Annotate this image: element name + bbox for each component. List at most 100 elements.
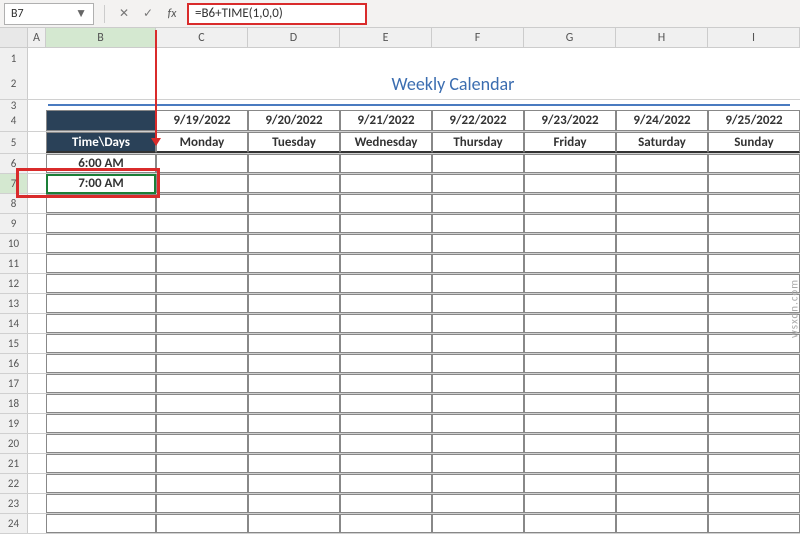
- cell[interactable]: [28, 234, 46, 253]
- cell[interactable]: [28, 494, 46, 513]
- cell[interactable]: [616, 454, 708, 473]
- cell[interactable]: [708, 394, 800, 413]
- cell[interactable]: [708, 374, 800, 393]
- row-header-5[interactable]: 5: [0, 132, 28, 153]
- cell[interactable]: [248, 194, 340, 213]
- cell[interactable]: [46, 294, 156, 313]
- cell[interactable]: [340, 434, 432, 453]
- cell[interactable]: [28, 454, 46, 473]
- cell[interactable]: [46, 334, 156, 353]
- cell[interactable]: [432, 374, 524, 393]
- cell[interactable]: [28, 174, 46, 193]
- cell[interactable]: [248, 254, 340, 273]
- cell[interactable]: [156, 394, 248, 413]
- cell[interactable]: [616, 154, 708, 173]
- cell[interactable]: [156, 514, 248, 533]
- cell[interactable]: [28, 434, 46, 453]
- cell[interactable]: [616, 274, 708, 293]
- cell[interactable]: [28, 394, 46, 413]
- cell[interactable]: [248, 274, 340, 293]
- cell[interactable]: [248, 334, 340, 353]
- date-cell[interactable]: 9/19/2022: [156, 110, 248, 131]
- cell[interactable]: [46, 110, 156, 131]
- cell[interactable]: [248, 514, 340, 533]
- row-header-14[interactable]: 14: [0, 314, 28, 333]
- row-header-1[interactable]: 1: [0, 48, 28, 68]
- col-header-H[interactable]: H: [616, 28, 708, 47]
- title-cell[interactable]: Weekly Calendar: [46, 68, 800, 99]
- formula-input[interactable]: =B6+TIME(1,0,0): [187, 3, 367, 25]
- cell[interactable]: [46, 214, 156, 233]
- row-header-21[interactable]: 21: [0, 454, 28, 473]
- cell[interactable]: [708, 474, 800, 493]
- cell[interactable]: [524, 274, 616, 293]
- confirm-icon[interactable]: ✓: [139, 5, 157, 23]
- cell[interactable]: [46, 354, 156, 373]
- cell[interactable]: [46, 314, 156, 333]
- cell[interactable]: [708, 454, 800, 473]
- cell[interactable]: [524, 354, 616, 373]
- cell[interactable]: [248, 174, 340, 193]
- row-header-12[interactable]: 12: [0, 274, 28, 293]
- col-header-C[interactable]: C: [156, 28, 248, 47]
- cell[interactable]: [28, 474, 46, 493]
- cell[interactable]: [46, 374, 156, 393]
- date-cell[interactable]: 9/23/2022: [524, 110, 616, 131]
- cell[interactable]: [616, 194, 708, 213]
- cell[interactable]: [616, 374, 708, 393]
- day-cell[interactable]: Friday: [524, 132, 616, 153]
- cell[interactable]: [432, 154, 524, 173]
- cell[interactable]: [340, 154, 432, 173]
- cell[interactable]: [708, 334, 800, 353]
- name-box[interactable]: B7 ▼: [4, 3, 94, 25]
- cell[interactable]: [248, 354, 340, 373]
- cell[interactable]: [432, 174, 524, 193]
- cell[interactable]: [340, 334, 432, 353]
- cell[interactable]: [46, 48, 156, 68]
- cell[interactable]: [616, 474, 708, 493]
- cell[interactable]: [248, 494, 340, 513]
- cell[interactable]: [340, 354, 432, 373]
- cell[interactable]: [248, 294, 340, 313]
- col-header-I[interactable]: I: [708, 28, 800, 47]
- col-header-E[interactable]: E: [340, 28, 432, 47]
- cell[interactable]: [524, 494, 616, 513]
- row-header-18[interactable]: 18: [0, 394, 28, 413]
- cell[interactable]: [156, 434, 248, 453]
- cell[interactable]: [28, 334, 46, 353]
- row-header-7[interactable]: 7: [0, 174, 28, 193]
- cell[interactable]: [432, 334, 524, 353]
- day-cell[interactable]: Thursday: [432, 132, 524, 153]
- select-all-corner[interactable]: [0, 28, 28, 47]
- cell[interactable]: [432, 414, 524, 433]
- cell[interactable]: [340, 234, 432, 253]
- cell[interactable]: [28, 132, 46, 153]
- cell[interactable]: [432, 254, 524, 273]
- cell[interactable]: [616, 314, 708, 333]
- cell[interactable]: [156, 294, 248, 313]
- cell[interactable]: [156, 414, 248, 433]
- cell[interactable]: [432, 294, 524, 313]
- cell[interactable]: [156, 254, 248, 273]
- cell[interactable]: [156, 454, 248, 473]
- cell[interactable]: [28, 214, 46, 233]
- col-header-B[interactable]: B: [46, 28, 156, 47]
- cell[interactable]: [616, 434, 708, 453]
- row-header-15[interactable]: 15: [0, 334, 28, 353]
- cell[interactable]: [708, 514, 800, 533]
- cell[interactable]: [340, 48, 432, 68]
- cell[interactable]: [28, 274, 46, 293]
- cell[interactable]: [156, 374, 248, 393]
- cell[interactable]: [432, 514, 524, 533]
- cell[interactable]: [340, 514, 432, 533]
- cell[interactable]: [524, 414, 616, 433]
- cell[interactable]: [524, 434, 616, 453]
- cell[interactable]: [28, 154, 46, 173]
- cell[interactable]: [248, 314, 340, 333]
- cell[interactable]: [46, 514, 156, 533]
- cell[interactable]: [432, 394, 524, 413]
- cell[interactable]: [524, 234, 616, 253]
- cell[interactable]: [708, 254, 800, 273]
- cell[interactable]: [248, 454, 340, 473]
- cell[interactable]: [616, 48, 708, 68]
